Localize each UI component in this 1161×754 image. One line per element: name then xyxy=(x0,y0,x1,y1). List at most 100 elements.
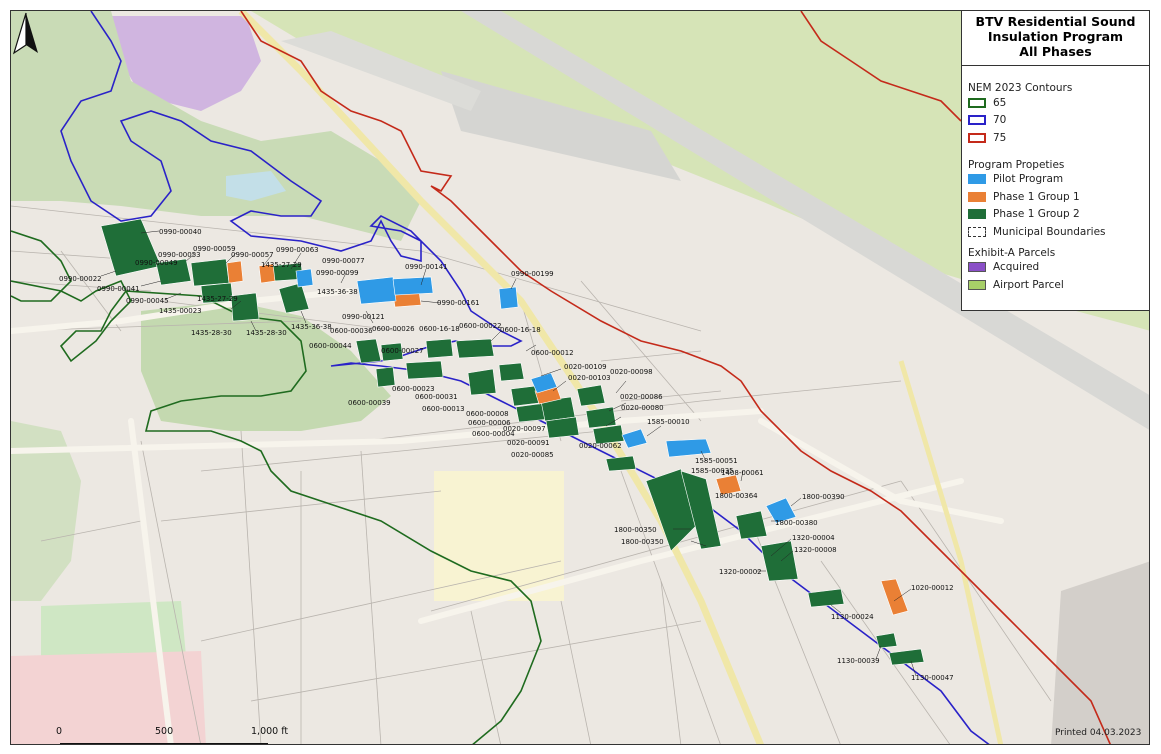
scale-label-1000: 1,000 ft xyxy=(251,726,289,737)
pilot-swatch xyxy=(968,174,986,185)
parcel-label: 0020-00097 xyxy=(503,425,546,433)
parcel-label: 0990-00049 xyxy=(135,259,178,267)
parcel-label: 0990-00022 xyxy=(59,275,102,283)
parcel-label: 0990-00057 xyxy=(231,251,274,259)
acquired-swatch xyxy=(968,262,986,273)
parcel-label: 0990-00099 xyxy=(316,269,359,277)
parcel-label: 1130-00047 xyxy=(911,674,954,682)
contour-75-swatch xyxy=(968,132,986,143)
parcel-label: 0990-00063 xyxy=(276,246,319,254)
parcel-label: 0020-00085 xyxy=(511,451,554,459)
legend-item-group2: Phase 1 Group 2 xyxy=(968,206,1149,224)
parcel-label: 1130-00039 xyxy=(837,657,880,665)
parcel-label: 0990-00045 xyxy=(126,297,169,305)
parcel-label: 0020-00091 xyxy=(507,439,550,447)
parcel-label: 1585-00010 xyxy=(647,418,690,426)
parcel-label: 0020-00109 xyxy=(564,363,607,371)
parcel-label: 1320-00002 xyxy=(719,568,762,576)
map-title: BTV Residential Sound Insulation Program… xyxy=(962,11,1149,66)
contours-heading: NEM 2023 Contours xyxy=(968,82,1073,94)
parcel-label: 0990-00041 xyxy=(97,285,140,293)
parcel-label: 1435-28-30 xyxy=(246,329,287,337)
legend-item-acquired: Acquired xyxy=(968,259,1149,277)
legend-label: 75 xyxy=(993,131,1007,144)
legend-label: Municipal Boundaries xyxy=(993,225,1106,238)
parcel-label: 0600-00012 xyxy=(531,349,574,357)
parcel-label: 0600-00039 xyxy=(348,399,391,407)
parcel-label: 0600-00022 xyxy=(459,322,502,330)
parcel-label: 1435-27-29 xyxy=(197,295,238,303)
parcel-label: 1800-00350 xyxy=(621,538,664,546)
parcel-label: 0600-00023 xyxy=(392,385,435,393)
legend-label: Phase 1 Group 2 xyxy=(993,208,1080,221)
parcel-label: 0600-00027 xyxy=(381,347,424,355)
legend-label: Airport Parcel xyxy=(993,278,1064,291)
legend-label: 65 xyxy=(993,96,1007,109)
parcel-label: 0020-00080 xyxy=(621,404,664,412)
parcel-label: 0020-00098 xyxy=(610,368,653,376)
legend-item-contour-65: 65 xyxy=(968,94,1149,112)
contour-65-swatch xyxy=(968,97,986,108)
legend-label: Phase 1 Group 1 xyxy=(993,190,1080,203)
parcel-label: 0990-00199 xyxy=(511,270,554,278)
group2-swatch xyxy=(968,209,986,220)
map-frame: 0990-00040 0990-00053 0990-00059 0990-00… xyxy=(0,0,1161,754)
parcel-label: 0600-16-18 xyxy=(500,326,541,334)
parcel-label: 0990-00121 xyxy=(342,313,385,321)
map-legend: BTV Residential Sound Insulation Program… xyxy=(961,10,1150,311)
parcel-label: 0990-00141 xyxy=(405,263,448,271)
parcel-label: 0600-00013 xyxy=(422,405,465,413)
parcel-label: 0600-00036 xyxy=(330,327,373,335)
municipal-swatch xyxy=(968,226,986,237)
legend-item-contour-75: 75 xyxy=(968,129,1149,147)
printed-date: Printed 04.03.2023 xyxy=(1055,728,1142,738)
parcel-label: 0600-00031 xyxy=(415,393,458,401)
legend-label: Acquired xyxy=(993,261,1040,274)
parcel-label: 1435-00023 xyxy=(159,307,202,315)
group1-swatch xyxy=(968,191,986,202)
legend-label: Pilot Program xyxy=(993,173,1064,186)
legend-item-municipal: Municipal Boundaries xyxy=(968,223,1149,241)
school-parcel xyxy=(434,471,564,601)
title-line-3: All Phases xyxy=(1019,44,1092,59)
parcel-label: 0990-00040 xyxy=(159,228,202,236)
parcel-label: 1435-36-38 xyxy=(291,323,332,331)
parcel-label: 0600-00008 xyxy=(466,410,509,418)
parcel-label: 1800-00390 xyxy=(802,493,845,501)
parcel-label: 0990-00161 xyxy=(437,299,480,307)
parcel-label: 0020-00103 xyxy=(568,374,611,382)
exhibit-heading: Exhibit-A Parcels xyxy=(968,246,1056,259)
parcel-label: 1800-00350 xyxy=(614,526,657,534)
scale-label-500: 500 xyxy=(155,726,174,737)
parcel-label: 1585-00051 xyxy=(695,457,738,465)
program-heading: Program Propeties xyxy=(968,158,1065,171)
parcel-label: 0600-16-18 xyxy=(419,325,460,333)
legend-item-contour-70: 70 xyxy=(968,112,1149,130)
parcel-label: 0600-00044 xyxy=(309,342,352,350)
parcel-label: 1435-28-30 xyxy=(191,329,232,337)
legend-item-pilot: Pilot Program xyxy=(968,171,1149,189)
parcel-label: 0990-00077 xyxy=(322,257,365,265)
parcel-label: 1800-00364 xyxy=(715,492,758,500)
parcel-label: 0020-00086 xyxy=(620,393,663,401)
parcel-label: 1320-00004 xyxy=(792,534,835,542)
parcel-label: 0600-00026 xyxy=(372,325,415,333)
parcel-label: 1130-00024 xyxy=(831,613,874,621)
parcel-label: 0990-00059 xyxy=(193,245,236,253)
title-line-1: BTV Residential Sound xyxy=(975,14,1136,29)
contour-70-swatch xyxy=(968,115,986,126)
parcel-label: 1435-27-29 xyxy=(261,261,302,269)
scale-label-0: 0 xyxy=(56,726,63,737)
parcel-label: 1435-36-38 xyxy=(317,288,358,296)
legend-label: 70 xyxy=(993,114,1007,127)
legend-item-airport: Airport Parcel xyxy=(968,276,1149,294)
title-line-2: Insulation Program xyxy=(987,29,1124,44)
airport-swatch xyxy=(968,279,986,290)
scale-bar: 0 500 1,000 ft xyxy=(51,726,291,744)
parcel-label: 1020-00012 xyxy=(911,584,954,592)
parcel-label: 1408-00061 xyxy=(721,469,764,477)
parcel-label: 1320-00008 xyxy=(794,546,837,554)
parcel-label: 0020-00062 xyxy=(579,442,622,450)
north-arrow-icon xyxy=(12,12,38,55)
parcel-label: 1800-00380 xyxy=(775,519,818,527)
